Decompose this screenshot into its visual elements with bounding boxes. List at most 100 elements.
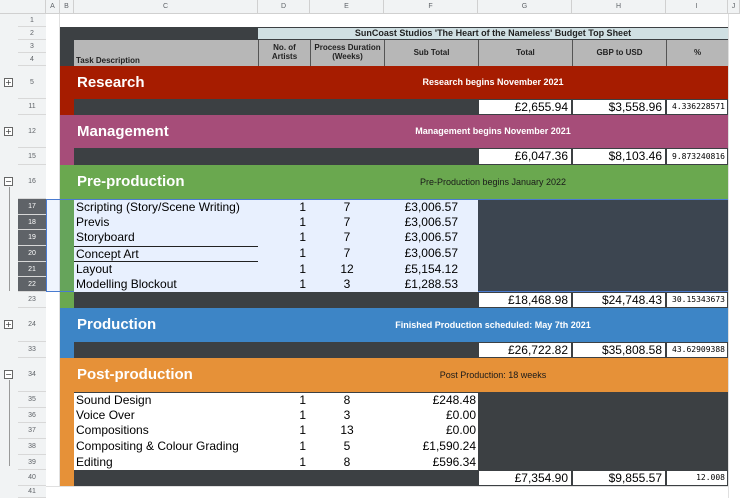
row-number[interactable]: 36 (18, 408, 46, 423)
task-weeks[interactable]: 3 (310, 408, 384, 423)
row-number[interactable]: 15 (18, 148, 46, 165)
preproduction-usd[interactable]: $24,748.43 (573, 293, 665, 307)
task-weeks[interactable]: 7 (310, 246, 384, 262)
management-usd[interactable]: $8,103.46 (573, 149, 665, 164)
task-weeks[interactable]: 5 (310, 439, 384, 455)
column-header-f[interactable]: F (384, 0, 478, 14)
column-header-i[interactable]: I (666, 0, 728, 14)
row-number[interactable]: 41 (18, 486, 46, 498)
task-subtotal[interactable]: £5,154.12 (384, 262, 478, 277)
task-name[interactable]: Voice Over (74, 408, 258, 423)
task-subtotal[interactable]: £3,006.57 (384, 230, 478, 246)
task-artists[interactable]: 1 (258, 262, 310, 277)
select-all-corner[interactable] (0, 0, 46, 14)
task-name[interactable]: Compositions (74, 423, 258, 439)
task-weeks[interactable]: 7 (310, 230, 384, 246)
header-sub-total[interactable]: Sub Total (384, 40, 478, 66)
row-number[interactable]: 34 (18, 358, 46, 392)
task-subtotal[interactable]: £3,006.57 (384, 246, 478, 262)
row-number[interactable]: 22 (18, 277, 46, 292)
task-artists[interactable]: 1 (258, 455, 310, 470)
row-number[interactable]: 35 (18, 392, 46, 408)
postproduction-percent[interactable]: 12.008 (667, 471, 727, 485)
task-weeks[interactable]: 3 (310, 277, 384, 292)
task-name[interactable]: Editing (74, 455, 258, 470)
task-weeks[interactable]: 8 (310, 393, 384, 408)
preproduction-note[interactable]: Pre-Production begins January 2022 (258, 165, 728, 199)
row-number[interactable]: 21 (18, 262, 46, 277)
research-section-title[interactable]: Research (74, 66, 258, 99)
task-artists[interactable]: 1 (258, 277, 310, 292)
task-subtotal[interactable]: £248.48 (384, 393, 478, 408)
management-percent[interactable]: 9.873240816 (667, 149, 727, 164)
task-artists[interactable]: 1 (258, 423, 310, 439)
task-weeks[interactable]: 13 (310, 423, 384, 439)
header-percent[interactable]: % (666, 40, 728, 66)
task-subtotal[interactable]: £3,006.57 (384, 200, 478, 215)
row-number[interactable]: 39 (18, 455, 46, 470)
research-note[interactable]: Research begins November 2021 (258, 66, 728, 99)
production-usd[interactable]: $35,808.58 (573, 343, 665, 357)
production-percent[interactable]: 43.62909388 (667, 343, 727, 357)
task-subtotal[interactable]: £596.34 (384, 455, 478, 470)
task-name[interactable]: Scripting (Story/Scene Writing) (74, 200, 258, 215)
task-artists[interactable]: 1 (258, 230, 310, 246)
row-number[interactable]: 16 (18, 165, 46, 199)
collapse-group-preproduction-icon[interactable]: − (4, 177, 13, 186)
task-subtotal[interactable]: £0.00 (384, 423, 478, 439)
row-number[interactable]: 38 (18, 439, 46, 455)
task-weeks[interactable]: 7 (310, 215, 384, 230)
management-note[interactable]: Management begins November 2021 (258, 115, 728, 148)
task-name[interactable]: Concept Art (74, 246, 258, 262)
row-number[interactable]: 23 (18, 292, 46, 308)
management-total[interactable]: £6,047.36 (479, 149, 571, 164)
row-number[interactable]: 37 (18, 423, 46, 439)
column-header-c[interactable]: C (74, 0, 258, 14)
column-header-h[interactable]: H (572, 0, 666, 14)
preproduction-total[interactable]: £18,468.98 (479, 293, 571, 307)
column-header-d[interactable]: D (258, 0, 310, 14)
task-name[interactable]: Layout (74, 262, 258, 277)
row-number[interactable]: 20 (18, 246, 46, 262)
task-subtotal[interactable]: £1,288.53 (384, 277, 478, 292)
column-header-e[interactable]: E (310, 0, 384, 14)
preproduction-percent[interactable]: 30.15343673 (667, 293, 727, 307)
row-number[interactable]: 4 (18, 53, 46, 66)
postproduction-total[interactable]: £7,354.90 (479, 471, 571, 485)
postproduction-section-title[interactable]: Post-production (74, 358, 258, 392)
task-weeks[interactable]: 12 (310, 262, 384, 277)
row-number[interactable]: 18 (18, 215, 46, 230)
column-header-a[interactable]: A (46, 0, 60, 14)
task-weeks[interactable]: 7 (310, 200, 384, 215)
column-header-g[interactable]: G (478, 0, 572, 14)
task-artists[interactable]: 1 (258, 200, 310, 215)
task-subtotal[interactable]: £1,590.24 (384, 439, 478, 455)
task-artists[interactable]: 1 (258, 408, 310, 423)
task-name[interactable]: Compositing & Colour Grading (74, 439, 258, 455)
research-usd[interactable]: $3,558.96 (573, 100, 665, 114)
row-number[interactable]: 1 (18, 14, 46, 27)
task-weeks[interactable]: 8 (310, 455, 384, 470)
task-subtotal[interactable]: £0.00 (384, 408, 478, 423)
header-gbp-to-usd[interactable]: GBP to USD (572, 40, 666, 66)
production-total[interactable]: £26,722.82 (479, 343, 571, 357)
task-name[interactable]: Storyboard (74, 230, 258, 246)
row-number[interactable]: 24 (18, 308, 46, 342)
task-name[interactable]: Modelling Blockout (74, 277, 258, 292)
row-number[interactable]: 5 (18, 66, 46, 99)
row-number[interactable]: 11 (18, 99, 46, 115)
expand-group-production-icon[interactable]: + (4, 320, 13, 329)
row-number[interactable]: 3 (18, 40, 46, 53)
header-process-duration[interactable]: Process Duration (Weeks) (310, 40, 384, 66)
header-total[interactable]: Total (478, 40, 572, 66)
collapse-group-postproduction-icon[interactable]: − (4, 370, 13, 379)
preproduction-section-title[interactable]: Pre-production (74, 165, 258, 199)
row-number[interactable]: 17 (18, 199, 46, 215)
research-total[interactable]: £2,655.94 (479, 100, 571, 114)
postproduction-note[interactable]: Post Production: 18 weeks (258, 358, 728, 392)
production-note[interactable]: Finished Production scheduled: May 7th 2… (258, 308, 728, 342)
postproduction-usd[interactable]: $9,855.57 (573, 471, 665, 485)
column-header-j[interactable]: J (728, 0, 740, 14)
task-subtotal[interactable]: £3,006.57 (384, 215, 478, 230)
production-section-title[interactable]: Production (74, 308, 258, 342)
